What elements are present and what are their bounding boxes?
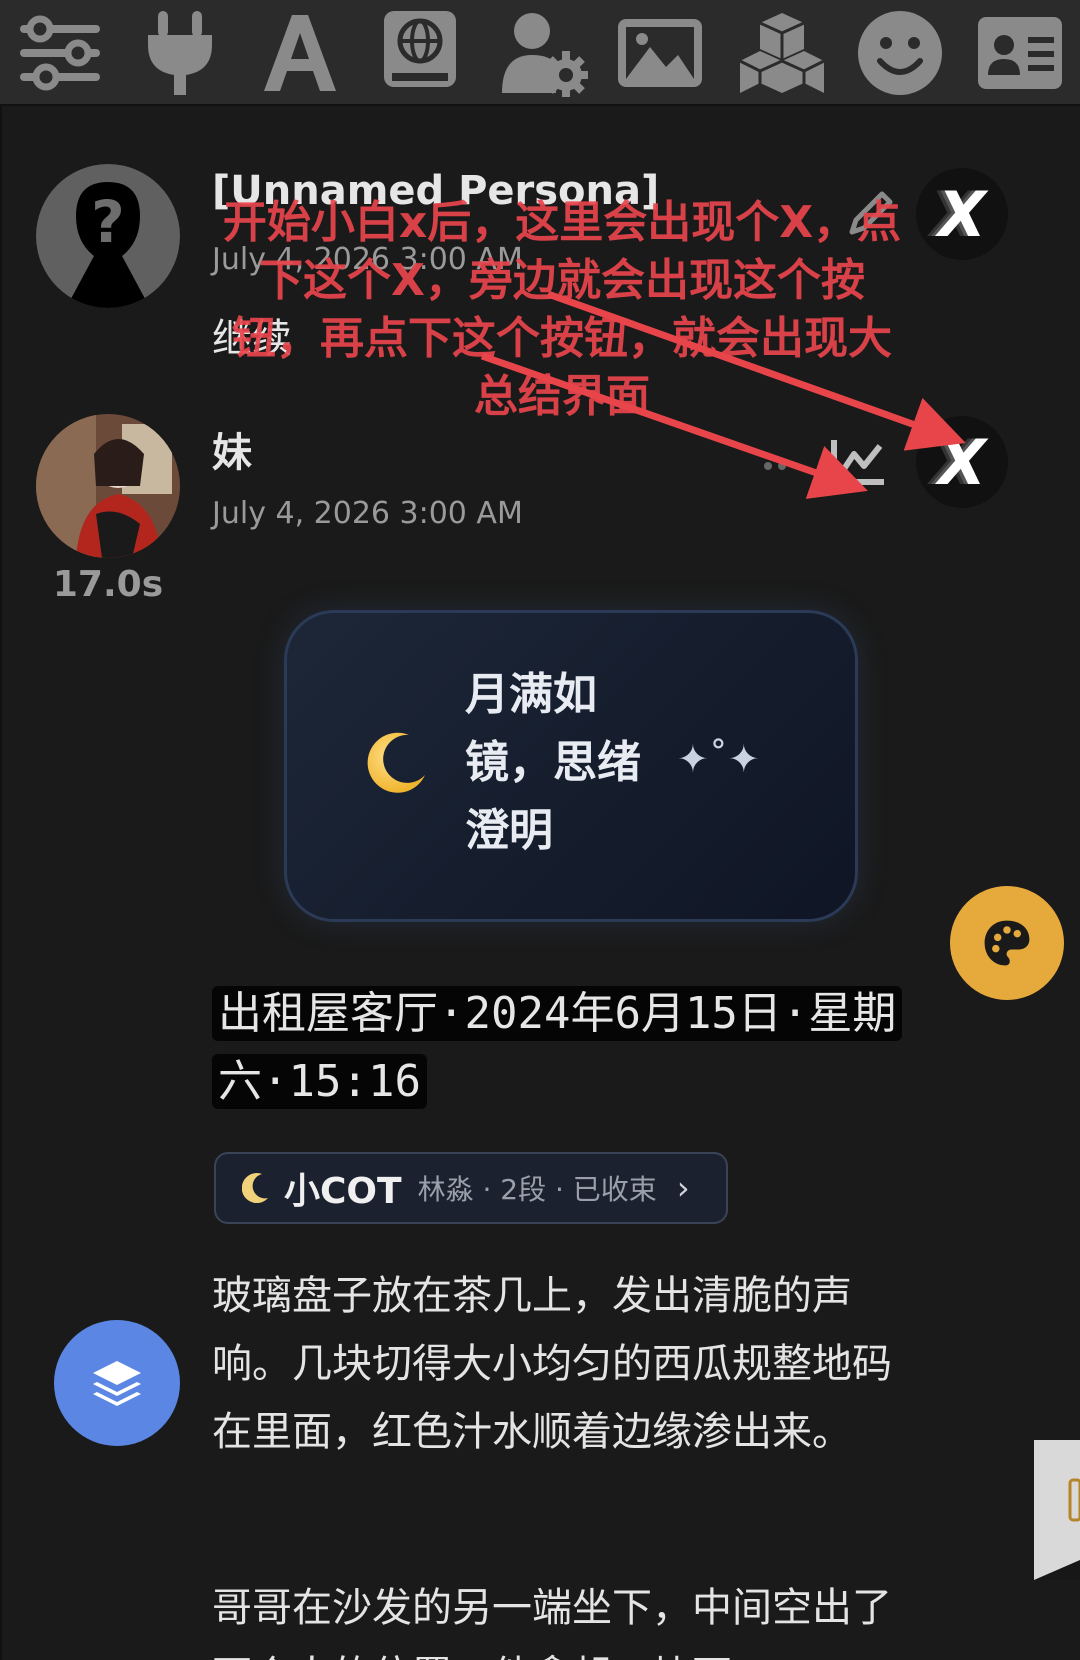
palette-button[interactable]	[950, 886, 1064, 1000]
arrow-to-x-button	[546, 290, 966, 451]
story-paragraph: 哥哥在沙发的另一端坐下，中间空出了两个人的位置。他拿起一块西	[212, 1585, 892, 1660]
cot-chip[interactable]: 小COT 林淼 · 2段 · 已收束 ›	[214, 1152, 728, 1224]
layers-button[interactable]	[54, 1320, 180, 1446]
palette-icon	[984, 920, 1030, 966]
arrow-to-summary-button	[480, 352, 868, 499]
story-paragraph: 玻璃盘子放在茶几上，发出清脆的声响。几块切得大小均匀的西瓜规整地码在里面，红色汁…	[212, 1273, 892, 1455]
cot-meta: 林淼 · 2段 · 已收束	[417, 1173, 657, 1206]
scene-location: 出租屋客厅·2024年6月15日·星期六·15:16	[212, 980, 922, 1116]
cot-title: 小COT	[284, 1171, 402, 1212]
moon-icon	[241, 1172, 270, 1204]
moon-card: 月满如镜，思绪澄明 ✦˚✦	[284, 610, 858, 922]
moon-card-text: 月满如镜，思绪澄明	[465, 669, 641, 856]
layers-icon	[93, 1361, 141, 1406]
moon-icon	[363, 731, 429, 797]
chevron-right-icon: ›	[676, 1169, 690, 1207]
scene-location-text: 出租屋客厅·2024年6月15日·星期六·15:16	[212, 986, 903, 1109]
side-drawer-tab[interactable]	[1034, 1440, 1080, 1580]
sparkle-icon: ✦˚✦	[677, 737, 760, 781]
